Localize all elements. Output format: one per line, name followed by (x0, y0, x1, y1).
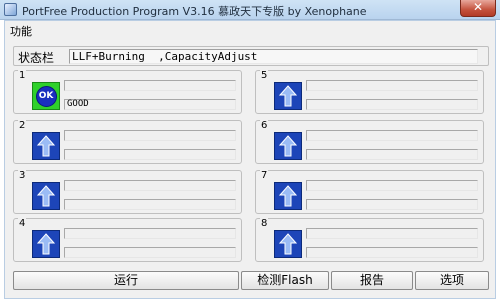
port-panel-4: 4 (13, 218, 242, 262)
main-window: 功能 状态栏 LLF+Burning ,CapacityAdjust 1 OK … (4, 20, 496, 299)
status-panel: 状态栏 LLF+Burning ,CapacityAdjust (13, 46, 489, 66)
port-progress-bar (64, 130, 236, 141)
port-number: 5 (260, 70, 269, 81)
port-progress-bar (64, 180, 236, 191)
up-arrow-icon (274, 182, 302, 210)
port-number: 8 (260, 218, 269, 229)
port-progress-bar (306, 228, 478, 239)
port-progress-bar (64, 80, 236, 91)
port-status-text (64, 199, 236, 210)
port-panel-5: 5 (255, 70, 484, 114)
port-panel-2: 2 (13, 120, 242, 164)
run-button[interactable]: 运行 (13, 271, 239, 290)
port-status-text (306, 247, 478, 258)
close-button[interactable]: ✕ (460, 0, 496, 17)
up-arrow-icon (32, 132, 60, 160)
options-button[interactable]: 选项 (415, 271, 489, 290)
port-number: 3 (18, 170, 27, 181)
up-arrow-icon (274, 132, 302, 160)
ok-badge: OK (35, 85, 57, 107)
menu-bar: 功能 (5, 21, 495, 39)
port-panel-6: 6 (255, 120, 484, 164)
port-number: 6 (260, 120, 269, 131)
port-progress-bar (306, 180, 478, 191)
up-arrow-icon (274, 230, 302, 258)
port-progress-bar (306, 80, 478, 91)
ok-status-icon: OK (32, 82, 60, 110)
status-field: LLF+Burning ,CapacityAdjust (69, 49, 478, 64)
port-status-text (306, 99, 478, 110)
port-number: 4 (18, 218, 27, 229)
port-number: 1 (18, 70, 27, 81)
port-progress-bar (64, 228, 236, 239)
port-number: 2 (18, 120, 27, 131)
window-title: PortFree Production Program V3.16 慕政天下专版… (22, 5, 367, 18)
port-panel-1: 1 OK GOOD (13, 70, 242, 114)
port-number: 7 (260, 170, 269, 181)
report-button[interactable]: 报告 (331, 271, 413, 290)
port-status-text: GOOD (64, 99, 236, 110)
up-arrow-icon (274, 82, 302, 110)
port-status-text (306, 199, 478, 210)
port-status-text (306, 149, 478, 160)
up-arrow-icon (32, 230, 60, 258)
port-progress-bar (306, 130, 478, 141)
up-arrow-icon (32, 182, 60, 210)
status-label: 状态栏 (18, 51, 55, 65)
detect-flash-button[interactable]: 检测Flash (241, 271, 329, 290)
port-panel-8: 8 (255, 218, 484, 262)
menu-item-function[interactable]: 功能 (10, 23, 32, 39)
app-icon (4, 3, 17, 16)
title-bar[interactable]: PortFree Production Program V3.16 慕政天下专版… (0, 0, 500, 20)
port-status-text (64, 149, 236, 160)
port-panel-7: 7 (255, 170, 484, 214)
port-status-text (64, 247, 236, 258)
port-panel-3: 3 (13, 170, 242, 214)
